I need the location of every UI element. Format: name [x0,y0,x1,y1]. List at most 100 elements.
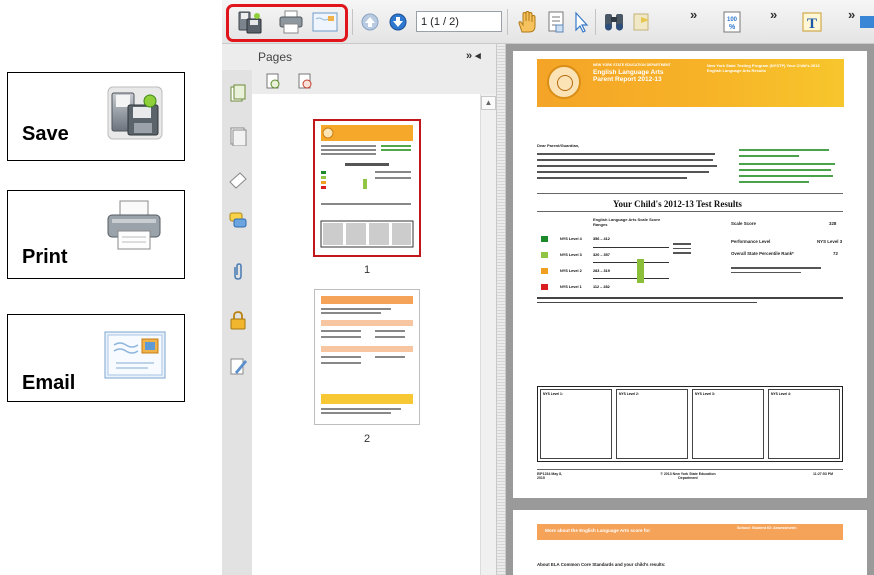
panel-splitter[interactable] [496,44,506,575]
percentile-rank-value: 72 [833,251,838,256]
page2-banner: More about the English Language Arts sco… [537,524,843,540]
footer-center: © 2013 New York State Education Departme… [660,472,716,480]
svg-text:%: % [729,24,736,31]
pages-panel-collapse-control[interactable]: » ◂ [466,49,481,62]
previous-page-button[interactable] [356,8,384,36]
scale-score-label: Scale Score [731,221,756,226]
flag-button[interactable] [628,8,656,36]
screenshot-root: Save Print Email 1 (1 / 2) » 100 % » T »… [0,0,874,575]
scroll-up-arrow[interactable]: ▲ [481,96,496,110]
performance-level-value: NYS Level 3 [817,239,843,244]
page-thumbnail-2[interactable] [315,290,419,424]
shrink-thumbnails-icon[interactable] [296,72,314,90]
level-2-description: NYS Level 2: [616,389,688,459]
comment-icon[interactable] [228,210,248,230]
scale-score-value: 328 [829,221,837,226]
signature-icon[interactable] [228,356,248,376]
toolbar-overflow-chevron[interactable]: » [770,7,777,22]
pages-panel-title: Pages [258,50,293,64]
save-icon [238,11,262,34]
toolbar-overflow-chevron[interactable]: » [848,7,855,22]
footer-rule [537,469,843,470]
range-divider [593,262,669,263]
hand-tool-icon [518,10,536,33]
toolbar-separator [352,9,353,35]
level-1-range: 112 – 282 [593,285,610,289]
typewriter-icon: T [802,12,822,32]
footer-right: 11:27:53 PM [813,472,834,476]
toolbar-more-button[interactable] [860,8,874,36]
level-2-name: NYS Level 2 [560,269,582,273]
results-section-title: Your Child's 2012-13 Test Results [613,199,742,209]
letter-greeting: Dear Parent/Guardian, [537,143,580,148]
print-icon [107,200,161,250]
level-4-swatch [541,236,548,242]
level-2-swatch [541,268,548,274]
thumbnail-1-number: 1 [364,264,371,276]
level-3-range: 320 – 357 [593,253,610,257]
level-row-2: NYS Level 2 283 – 319 [541,267,631,275]
email-icon [104,331,166,379]
email-icon [312,12,338,32]
toolbar-save-button[interactable] [236,8,264,36]
print-callout: Print [7,190,185,279]
email-callout: Email [7,314,185,402]
image-icon [860,16,874,28]
report-header-program: New York State Testing Program (NYSTP) Y… [707,63,820,73]
page-up-icon [361,13,379,31]
pointer-icon [575,11,589,33]
level-4-name: NYS Level 4 [560,237,582,241]
thumbnails-scrollbar[interactable]: ▲ [480,94,496,575]
pages-icon[interactable] [228,84,248,104]
level-2-range: 283 – 319 [593,269,610,273]
zoom-button[interactable]: 100 % [718,8,746,36]
typewriter-button[interactable]: T [798,8,826,36]
section-rule [537,193,843,194]
print-icon [279,10,303,34]
report-header-banner: NEW YORK STATE EDUCATION DEPARTMENT Engl… [537,59,844,107]
select-text-button[interactable] [542,8,570,36]
select-pointer-button[interactable] [567,8,595,36]
level-3-swatch [541,252,548,258]
find-button[interactable] [600,8,628,36]
toolbar-separator [595,9,596,35]
enlarge-thumbnails-icon[interactable] [264,72,282,90]
page2-banner-text: More about the English Language Arts sco… [545,528,650,533]
lock-icon[interactable] [228,310,248,330]
thumbnail-2-number: 2 [364,433,371,445]
toolbar-email-button[interactable] [311,8,339,36]
page2-subheading: About ELA Common Core Standards and your… [537,562,666,567]
svg-text:T: T [807,16,817,32]
level-1-name: NYS Level 1 [560,285,582,289]
level-descriptions-table: NYS Level 1: NYS Level 2: NYS Level 3: N… [537,386,843,462]
thumbnail-2-preview [321,296,413,414]
document-page-1: NEW YORK STATE EDUCATION DEPARTMENT Engl… [513,51,867,498]
percentile-note [731,267,821,275]
page-down-icon [389,13,407,31]
state-seal-logo [547,65,581,99]
page-thumbnail-1[interactable] [315,121,419,255]
email-callout-label: Email [22,372,76,394]
page-number-field[interactable] [416,11,502,32]
next-page-button[interactable] [384,8,412,36]
hand-tool-button[interactable] [513,8,541,36]
print-callout-label: Print [22,246,68,268]
toolbar-overflow-chevron[interactable]: » [690,7,697,22]
assessment-note [537,297,843,305]
level-3-name: NYS Level 3 [560,253,582,257]
layers-icon[interactable] [228,126,248,146]
thumbnail-1-preview [320,125,414,248]
range-divider [593,247,669,248]
zoom-percent-icon: 100 % [723,11,741,33]
level-row-3: NYS Level 3 320 – 357 [541,251,631,259]
level-1-swatch [541,284,548,290]
scale-ranges-heading: English Language Arts Scale Score Ranges [593,217,661,228]
report-header-agency: NEW YORK STATE EDUCATION DEPARTMENT [593,63,671,67]
percentile-rank-label: Overall State Percentile Rank* [731,251,794,256]
save-callout-label: Save [22,123,69,145]
attachment-icon[interactable] [228,262,248,282]
bookmark-icon[interactable] [228,170,248,190]
toolbar-print-button[interactable] [277,8,305,36]
select-text-icon [548,11,564,33]
level-4-description: NYS Level 4: [768,389,840,459]
